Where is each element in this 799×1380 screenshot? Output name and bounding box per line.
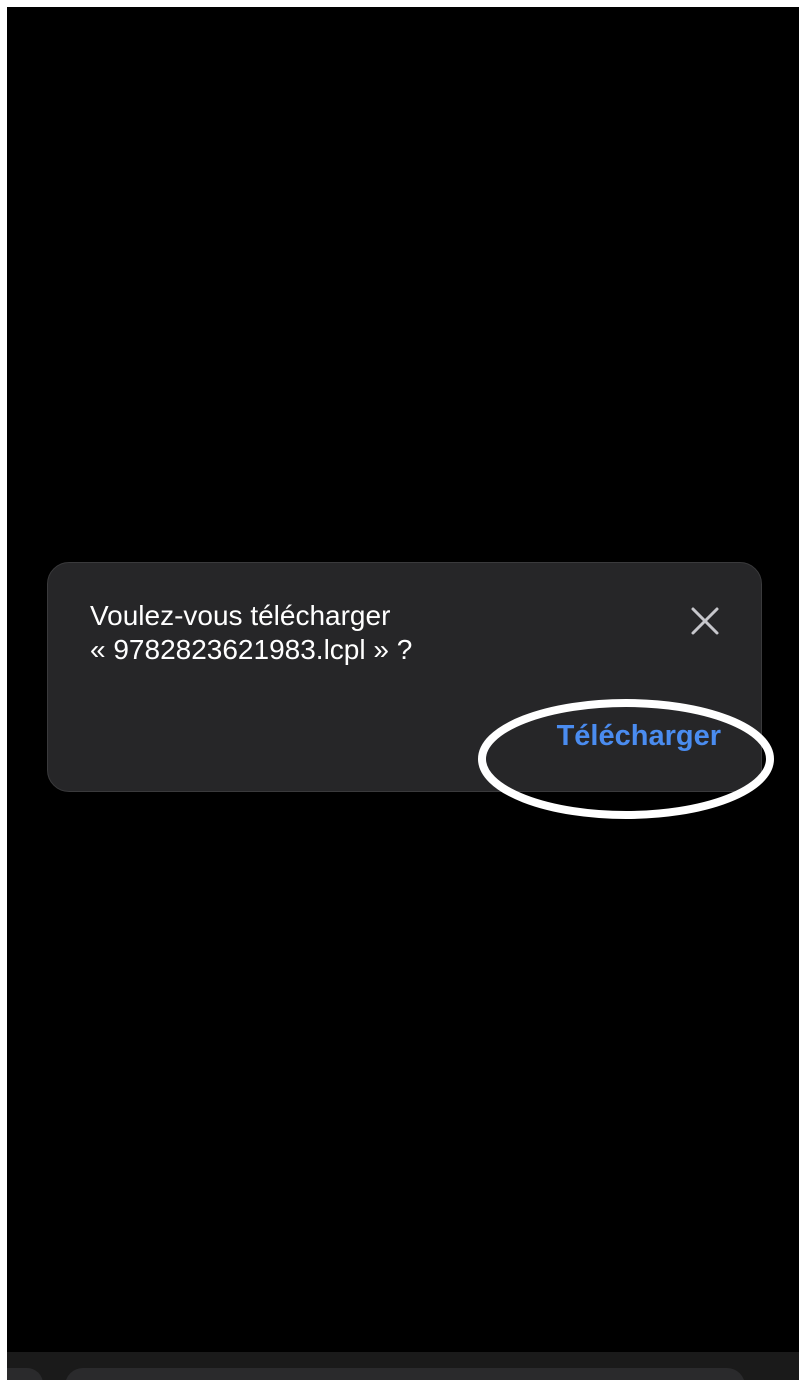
screen: Voulez-vous télécharger « 9782823621983.… — [7, 7, 799, 1380]
download-button[interactable]: Télécharger — [557, 719, 721, 753]
download-prompt-dialog: Voulez-vous télécharger « 9782823621983.… — [47, 562, 762, 792]
close-icon — [691, 607, 719, 635]
message-line-1: Voulez-vous télécharger — [90, 600, 391, 631]
address-bar[interactable] — [65, 1368, 745, 1380]
download-prompt-message: Voulez-vous télécharger « 9782823621983.… — [90, 599, 650, 667]
message-line-2: « 9782823621983.lcpl » ? — [90, 634, 413, 665]
close-button[interactable] — [685, 601, 725, 641]
